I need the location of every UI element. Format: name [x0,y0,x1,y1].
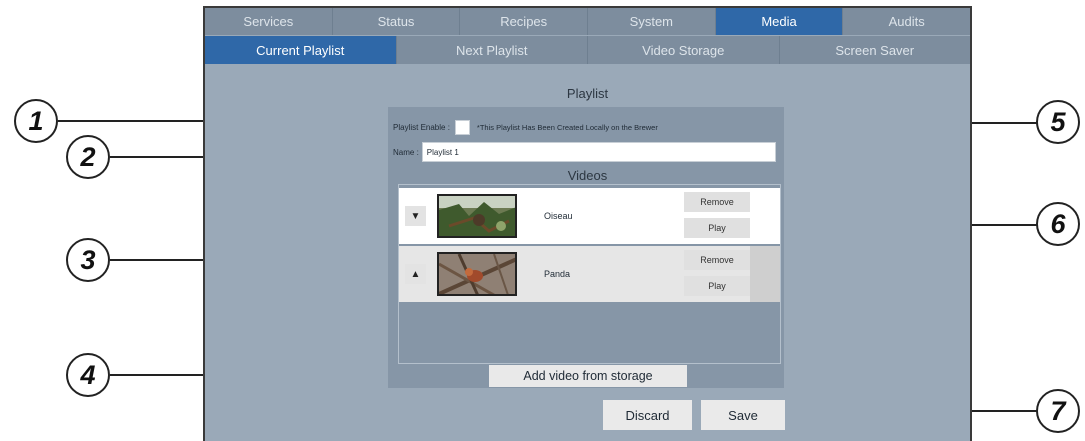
callout-4: 4 [66,353,110,397]
tab-status[interactable]: Status [333,8,461,35]
playlist-enable-checkbox[interactable] [454,119,470,135]
callout-5: 5 [1036,100,1080,144]
tab-system[interactable]: System [588,8,716,35]
play-button[interactable]: Play [684,218,750,238]
video-name: Oiseau [544,211,573,221]
move-up-button[interactable]: ▲ [405,264,426,284]
callout-3: 3 [66,238,110,282]
playlist-enable-row: Playlist Enable : *This Playlist Has Bee… [393,118,658,136]
add-video-from-storage-button[interactable]: Add video from storage [489,365,687,387]
remove-button[interactable]: Remove [684,192,750,212]
tab-next-playlist[interactable]: Next Playlist [397,36,588,64]
playlist-name-input[interactable] [421,142,776,162]
play-button[interactable]: Play [684,276,750,296]
tab-audits[interactable]: Audits [843,8,970,35]
callout-1: 1 [14,99,58,143]
tab-current-playlist[interactable]: Current Playlist [205,36,397,64]
move-down-button[interactable]: ▼ [405,206,426,226]
callout-7: 7 [1036,389,1080,433]
media-subnav: Current Playlist Next Playlist Video Sto… [205,36,970,64]
video-thumbnail-panda [437,252,517,296]
tab-services[interactable]: Services [205,8,333,35]
brewer-screen: Services Status Recipes System Media Aud… [203,6,972,441]
playlist-name-row: Name : [393,142,776,162]
playlist-title: Playlist [566,86,609,101]
video-list: ▼ Oiseau Remove Play ▲ Panda Remove Play [398,184,781,364]
local-playlist-note: *This Playlist Has Been Created Locally … [476,122,658,132]
top-nav: Services Status Recipes System Media Aud… [205,8,970,35]
video-row-panda: ▲ Panda Remove Play [399,246,780,302]
video-row-oiseau: ▼ Oiseau Remove Play [399,188,780,244]
discard-button[interactable]: Discard [603,400,692,430]
playlist-enable-label: Playlist Enable : [393,122,450,132]
tab-recipes[interactable]: Recipes [460,8,589,35]
tab-media[interactable]: Media [715,8,844,35]
playlist-name-label: Name : [393,147,419,157]
callout-6: 6 [1036,202,1080,246]
callout-2: 2 [66,135,110,179]
remove-button[interactable]: Remove [684,250,750,270]
tab-video-storage[interactable]: Video Storage [588,36,780,64]
tab-screen-saver[interactable]: Screen Saver [780,36,971,64]
video-name: Panda [544,269,571,279]
save-button[interactable]: Save [701,400,785,430]
videos-title: Videos [567,168,608,183]
video-thumbnail-oiseau [437,194,517,238]
